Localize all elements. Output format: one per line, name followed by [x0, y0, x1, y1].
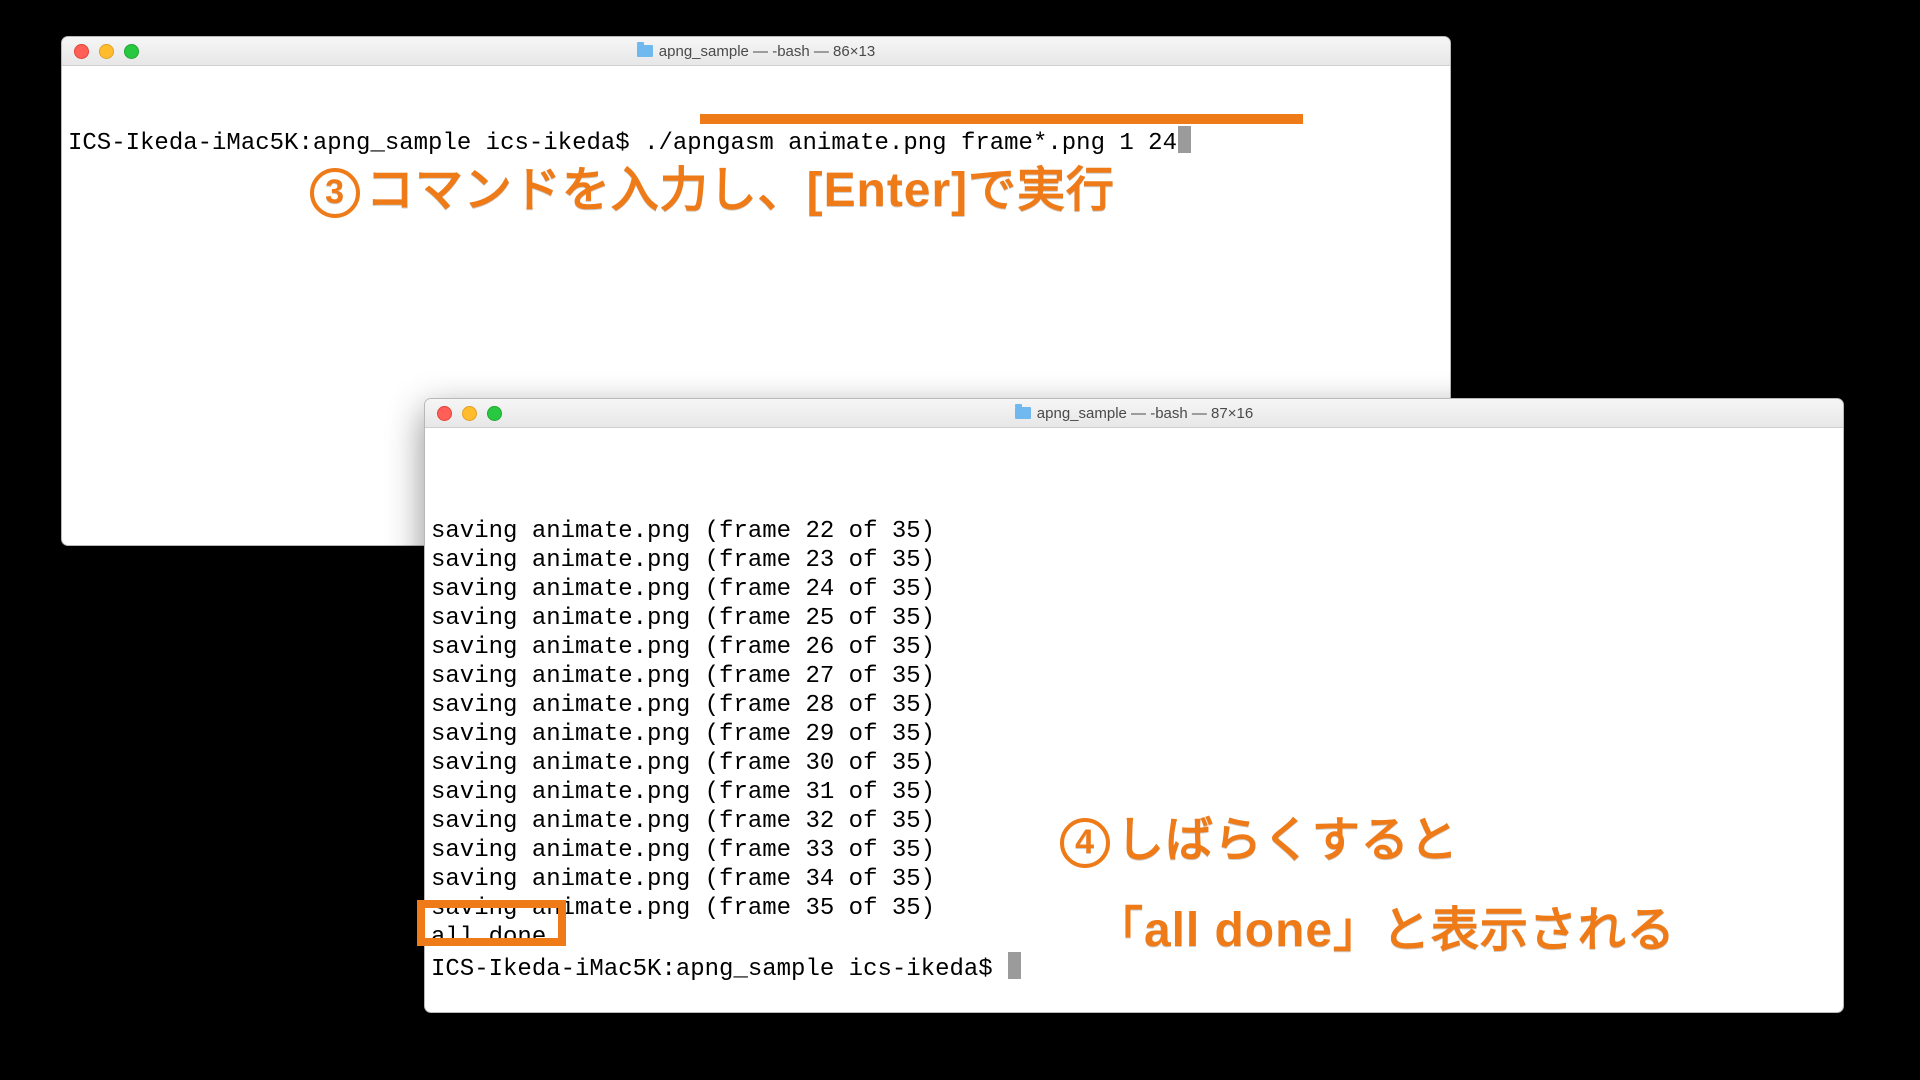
terminal-output-line: saving animate.png (frame 22 of 35) — [431, 517, 1837, 546]
terminal-output-line: saving animate.png (frame 26 of 35) — [431, 633, 1837, 662]
folder-icon — [1015, 407, 1031, 419]
step-number-badge: 3 — [310, 168, 360, 218]
window-title-text: apng_sample — -bash — 87×16 — [1037, 405, 1253, 422]
terminal-output-line: saving animate.png (frame 28 of 35) — [431, 691, 1837, 720]
window-title-text: apng_sample — -bash — 86×13 — [659, 43, 875, 60]
window-titlebar[interactable]: apng_sample — -bash — 86×13 — [62, 37, 1450, 66]
zoom-icon[interactable] — [487, 406, 502, 421]
annotation-step-4-line1: 4しばらくすると — [1060, 800, 1459, 870]
minimize-icon[interactable] — [462, 406, 477, 421]
window-controls — [62, 44, 139, 59]
terminal-output-line: saving animate.png (frame 23 of 35) — [431, 546, 1837, 575]
window-title: apng_sample — -bash — 86×13 — [62, 37, 1450, 65]
close-icon[interactable] — [437, 406, 452, 421]
terminal-output-line: saving animate.png (frame 29 of 35) — [431, 720, 1837, 749]
window-title: apng_sample — -bash — 87×16 — [425, 399, 1843, 427]
terminal-output-line: saving animate.png (frame 25 of 35) — [431, 604, 1837, 633]
window-controls — [425, 406, 502, 421]
terminal-prompt: ICS-Ikeda-iMac5K:apng_sample ics-ikeda$ — [431, 956, 1007, 983]
window-titlebar[interactable]: apng_sample — -bash — 87×16 — [425, 399, 1843, 428]
annotation-step-3: 3コマンドを入力し、[Enter]で実行 — [310, 150, 1115, 220]
terminal-cursor — [1178, 126, 1191, 153]
close-icon[interactable] — [74, 44, 89, 59]
terminal-output-line: saving animate.png (frame 24 of 35) — [431, 575, 1837, 604]
folder-icon — [637, 45, 653, 57]
terminal-output-line: saving animate.png (frame 27 of 35) — [431, 662, 1837, 691]
annotation-text: しばらくすると — [1116, 814, 1459, 867]
annotation-highlight-box — [417, 900, 566, 946]
annotation-step-4-line2: 「all done」と表示される — [1095, 890, 1676, 960]
zoom-icon[interactable] — [124, 44, 139, 59]
terminal-output-line: saving animate.png (frame 30 of 35) — [431, 749, 1837, 778]
terminal-cursor — [1008, 952, 1021, 979]
annotation-text: コマンドを入力し、[Enter]で実行 — [366, 164, 1115, 217]
step-number-badge: 4 — [1060, 818, 1110, 868]
annotation-text: 「all done」と表示される — [1095, 904, 1676, 957]
annotation-underline — [700, 114, 1303, 124]
minimize-icon[interactable] — [99, 44, 114, 59]
